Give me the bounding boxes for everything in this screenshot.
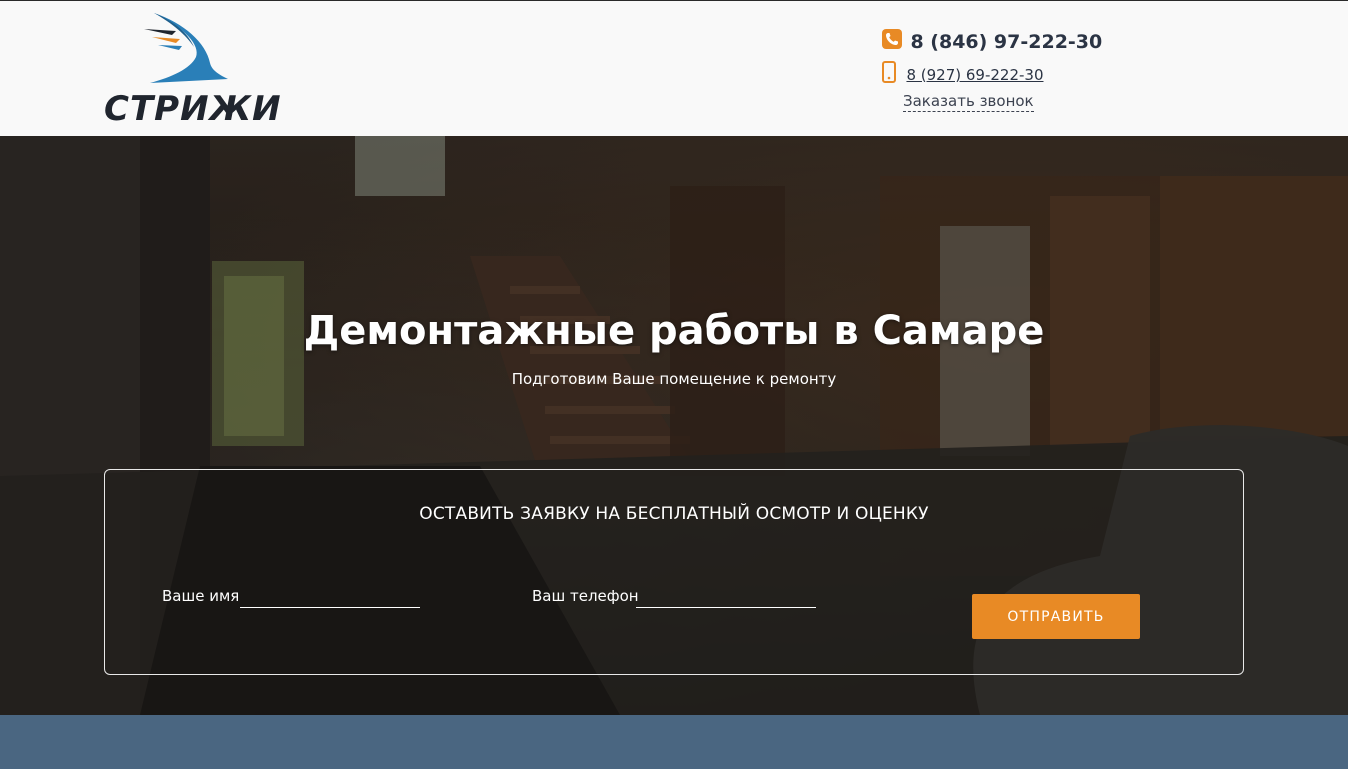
next-section-band xyxy=(0,715,1348,769)
swift-bird-logo-icon xyxy=(144,13,228,83)
form-heading: ОСТАВИТЬ ЗАЯВКУ НА БЕСПЛАТНЫЙ ОСМОТР И О… xyxy=(419,504,929,524)
page-subtitle: Подготовим Ваше помещение к ремонту xyxy=(511,370,837,388)
mobile-phone-icon xyxy=(882,61,896,88)
main-phone-number: 8 (846) 97-222-30 xyxy=(910,30,1103,53)
site-header: СТРИЖИ 8 (846) 97-222-30 8 (927) 69-222-… xyxy=(0,1,1348,136)
request-callback-link[interactable]: Заказать звонок xyxy=(903,92,1034,112)
submit-button[interactable]: ОТПРАВИТЬ xyxy=(972,594,1140,639)
name-label: Ваше имя xyxy=(162,587,240,605)
logo-text: СТРИЖИ xyxy=(104,89,282,129)
phone-input[interactable] xyxy=(636,586,816,608)
phone-label: Ваш телефон xyxy=(532,587,639,605)
request-form: ОСТАВИТЬ ЗАЯВКУ НА БЕСПЛАТНЫЙ ОСМОТР И О… xyxy=(104,469,1244,675)
phone-icon xyxy=(882,29,902,54)
hero-section: Демонтажные работы в Самаре Подготовим В… xyxy=(0,136,1348,715)
mobile-phone-number: 8 (927) 69-222-30 xyxy=(906,65,1044,84)
logo[interactable]: СТРИЖИ xyxy=(100,13,281,131)
page-title: Демонтажные работы в Самаре xyxy=(303,308,1045,354)
main-phone[interactable]: 8 (846) 97-222-30 xyxy=(882,29,1102,54)
name-input[interactable] xyxy=(240,586,420,608)
mobile-phone[interactable]: 8 (927) 69-222-30 xyxy=(882,61,1044,88)
